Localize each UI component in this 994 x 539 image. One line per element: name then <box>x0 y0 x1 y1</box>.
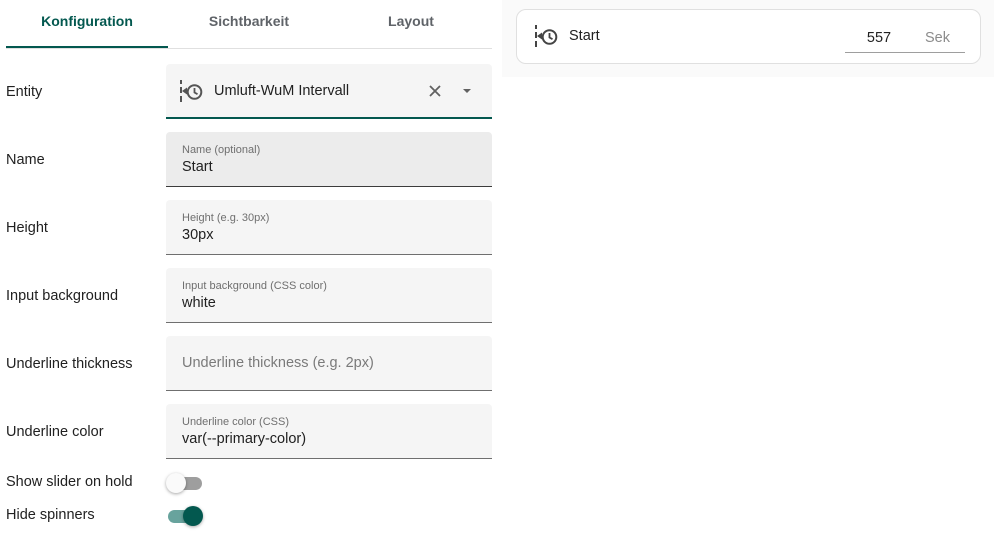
hide-spinners-toggle[interactable] <box>166 505 204 527</box>
height-field[interactable]: Height (e.g. 30px) 30px <box>166 200 492 255</box>
underline-color-field[interactable]: Underline color (CSS) var(--primary-colo… <box>166 404 492 459</box>
tab-bar: Konfiguration Sichtbarkeit Layout <box>6 0 492 49</box>
preview-unit: Sek <box>925 30 950 46</box>
preview-value: 557 <box>866 30 892 46</box>
input-background-field-value: white <box>182 295 216 311</box>
entity-picker[interactable]: Umluft-WuM Intervall <box>166 64 492 119</box>
entity-label: Entity <box>6 84 43 100</box>
height-field-value: 30px <box>182 227 214 243</box>
name-label: Name <box>6 152 45 168</box>
underline-thickness-field[interactable]: Underline thickness (e.g. 2px) <box>166 336 492 391</box>
toggle-knob <box>166 473 186 493</box>
underline-thickness-label: Underline thickness <box>6 356 133 372</box>
toggle-knob <box>183 506 203 526</box>
preview-number-input[interactable]: 557 Sek <box>845 24 965 53</box>
timer-history-icon <box>178 80 204 102</box>
name-field-label: Name (optional) <box>182 144 261 156</box>
input-background-field-label: Input background (CSS color) <box>182 280 327 292</box>
preview-name: Start <box>569 28 600 44</box>
show-slider-toggle[interactable] <box>166 472 204 494</box>
entity-value: Umluft-WuM Intervall <box>214 83 350 99</box>
input-background-label: Input background <box>6 288 119 304</box>
name-field-value: Start <box>182 159 213 175</box>
underline-color-label: Underline color <box>6 424 104 440</box>
input-background-field[interactable]: Input background (CSS color) white <box>166 268 492 323</box>
height-label: Height <box>6 220 48 236</box>
underline-color-field-label: Underline color (CSS) <box>182 416 289 428</box>
clear-icon[interactable] <box>425 81 445 101</box>
tab-layout[interactable]: Layout <box>330 0 492 46</box>
dropdown-arrow-icon[interactable] <box>457 81 477 101</box>
name-field[interactable]: Name (optional) Start <box>166 132 492 187</box>
hide-spinners-label: Hide spinners <box>6 507 95 523</box>
tab-konfiguration[interactable]: Konfiguration <box>6 0 168 48</box>
tab-sichtbarkeit[interactable]: Sichtbarkeit <box>168 0 330 46</box>
show-slider-label: Show slider on hold <box>6 474 133 490</box>
underline-color-field-value: var(--primary-color) <box>182 431 307 447</box>
preview-card: Start 557 Sek <box>516 9 981 64</box>
timer-history-icon <box>533 25 559 47</box>
height-field-label: Height (e.g. 30px) <box>182 212 270 224</box>
underline-thickness-placeholder: Underline thickness (e.g. 2px) <box>182 355 374 371</box>
